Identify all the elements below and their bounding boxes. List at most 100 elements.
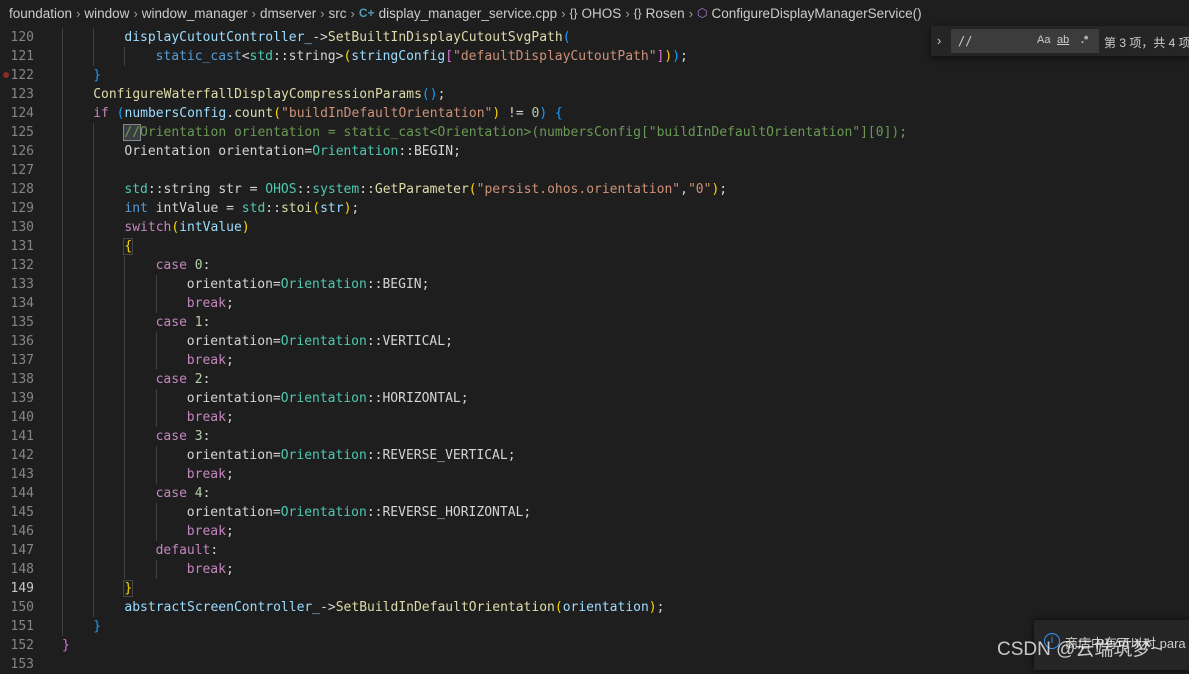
code-token: } bbox=[123, 580, 134, 597]
code-line[interactable]: 138 case 2: bbox=[0, 370, 1189, 389]
indent-guide bbox=[124, 465, 126, 484]
breadcrumb-item[interactable]: OHOS bbox=[582, 6, 622, 21]
code-line[interactable]: 145 orientation=Orientation::REVERSE_HORI… bbox=[0, 503, 1189, 522]
code-token: ; bbox=[225, 562, 234, 577]
line-number: 133 bbox=[10, 277, 34, 292]
indent-guide bbox=[62, 199, 63, 218]
indent-guide bbox=[93, 484, 95, 503]
breadcrumb-item[interactable]: dmserver bbox=[260, 6, 316, 21]
line-number: 146 bbox=[10, 524, 34, 539]
breadcrumb-item[interactable]: src bbox=[329, 6, 347, 21]
code-line[interactable]: 139 orientation=Orientation::HORIZONTAL; bbox=[0, 389, 1189, 408]
code-line[interactable]: 122} bbox=[0, 66, 1189, 85]
indent-guide bbox=[62, 465, 63, 484]
code-token: break bbox=[186, 467, 226, 482]
code-line[interactable]: 136 orientation=Orientation::VERTICAL; bbox=[0, 332, 1189, 351]
code-line[interactable]: 137 break; bbox=[0, 351, 1189, 370]
code-text: case 2: bbox=[156, 370, 211, 389]
line-number: 129 bbox=[10, 201, 34, 216]
code-line[interactable]: 131 { bbox=[0, 237, 1189, 256]
code-line[interactable]: 149} bbox=[0, 579, 1189, 598]
code-token: ; bbox=[225, 296, 234, 311]
code-text: case 1: bbox=[156, 313, 211, 332]
code-text: break; bbox=[187, 560, 234, 579]
code-token: ; bbox=[437, 87, 446, 102]
indent-guide bbox=[62, 218, 63, 237]
code-token: [ bbox=[445, 49, 454, 64]
match-case-icon[interactable]: Aa bbox=[1037, 34, 1050, 46]
code-token: case bbox=[155, 372, 187, 387]
code-line[interactable]: 143 break; bbox=[0, 465, 1189, 484]
line-number: 150 bbox=[10, 600, 34, 615]
indent-guide bbox=[62, 85, 63, 104]
whole-word-icon[interactable]: ab bbox=[1057, 34, 1069, 46]
code-line[interactable]: 148 break; bbox=[0, 560, 1189, 579]
code-line[interactable]: 127 bbox=[0, 161, 1189, 180]
line-number: 143 bbox=[10, 467, 34, 482]
code-line[interactable]: 125 //Orientation orientation = static_ca… bbox=[0, 123, 1189, 142]
indent-guide bbox=[93, 123, 95, 142]
code-token: break bbox=[186, 353, 226, 368]
indent-guide bbox=[62, 370, 63, 389]
code-line[interactable]: 141 case 3: bbox=[0, 427, 1189, 446]
regex-icon[interactable]: .* bbox=[1081, 34, 1088, 46]
code-token: : bbox=[202, 429, 211, 444]
code-token: ::BEGIN; bbox=[398, 144, 461, 159]
breadcrumb-item[interactable]: window_manager bbox=[142, 6, 248, 21]
code-text: //Orientation orientation = static_cast<… bbox=[123, 123, 907, 142]
indent-guide bbox=[62, 66, 63, 85]
code-line[interactable]: 126 Orientation orientation=Orientation::… bbox=[0, 142, 1189, 161]
code-token: displayCutoutController_ bbox=[124, 30, 313, 45]
line-number: 144 bbox=[10, 486, 34, 501]
breadcrumb-item[interactable]: ConfigureDisplayManagerService() bbox=[712, 6, 922, 21]
code-line[interactable]: 128 std::string str = OHOS::system::GetPa… bbox=[0, 180, 1189, 199]
indent-guide bbox=[155, 560, 157, 579]
indent-guide bbox=[93, 541, 95, 560]
code-line[interactable]: 140 break; bbox=[0, 408, 1189, 427]
code-token: Orientation bbox=[280, 505, 367, 520]
code-line[interactable]: 144 case 4: bbox=[0, 484, 1189, 503]
code-token: break bbox=[186, 296, 226, 311]
code-token: 2 bbox=[194, 372, 203, 387]
code-token: ( bbox=[171, 220, 180, 235]
code-line[interactable]: 134 break; bbox=[0, 294, 1189, 313]
breadcrumb-item[interactable]: display_manager_service.cpp bbox=[379, 6, 558, 21]
code-token: != bbox=[500, 106, 532, 121]
code-token: orientation= bbox=[186, 277, 281, 292]
code-line[interactable]: 124 if (numbersConfig.count("buildInDefau… bbox=[0, 104, 1189, 123]
breadcrumb-item[interactable]: Rosen bbox=[646, 6, 685, 21]
line-number: 148 bbox=[10, 562, 34, 577]
code-line[interactable]: 130 switch(intValue) bbox=[0, 218, 1189, 237]
line-number: 124 bbox=[10, 106, 34, 121]
code-text: { bbox=[123, 237, 134, 256]
code-token: intValue bbox=[179, 220, 242, 235]
indent-guide bbox=[62, 180, 63, 199]
code-token: 4 bbox=[194, 486, 203, 501]
line-number: 140 bbox=[10, 410, 34, 425]
find-input[interactable] bbox=[951, 29, 1099, 53]
line-number: 137 bbox=[10, 353, 34, 368]
chevron-right-icon[interactable]: › bbox=[937, 33, 949, 49]
code-token: ::VERTICAL; bbox=[366, 334, 453, 349]
code-line[interactable]: 129 int intValue = std::stoi(str); bbox=[0, 199, 1189, 218]
cpp-file-icon: C+ bbox=[358, 6, 375, 20]
code-line[interactable]: 123 ConfigureWaterfallDisplayCompressionP… bbox=[0, 85, 1189, 104]
code-line[interactable]: 150 abstractScreenController_->SetBuildIn… bbox=[0, 598, 1189, 617]
code-token: orientation= bbox=[186, 391, 281, 406]
code-line[interactable]: 146 break; bbox=[0, 522, 1189, 541]
line-number: 131 bbox=[10, 239, 34, 254]
code-line[interactable]: 147 default: bbox=[0, 541, 1189, 560]
code-text: } bbox=[62, 636, 70, 655]
code-line[interactable]: 142 orientation=Orientation::REVERSE_VERT… bbox=[0, 446, 1189, 465]
breadcrumb-item[interactable]: window bbox=[84, 6, 129, 21]
code-line[interactable]: 132 case 0: bbox=[0, 256, 1189, 275]
indent-guide bbox=[93, 446, 95, 465]
code-editor[interactable]: 120 displayCutoutController_->SetBuiltInD… bbox=[0, 26, 1189, 672]
line-number: 152 bbox=[10, 638, 34, 653]
breadcrumb-item[interactable]: foundation bbox=[9, 6, 72, 21]
indent-guide bbox=[155, 389, 157, 408]
code-line[interactable]: 133 orientation=Orientation::BEGIN; bbox=[0, 275, 1189, 294]
code-line[interactable]: 135 case 1: bbox=[0, 313, 1189, 332]
code-token: , bbox=[680, 182, 688, 197]
